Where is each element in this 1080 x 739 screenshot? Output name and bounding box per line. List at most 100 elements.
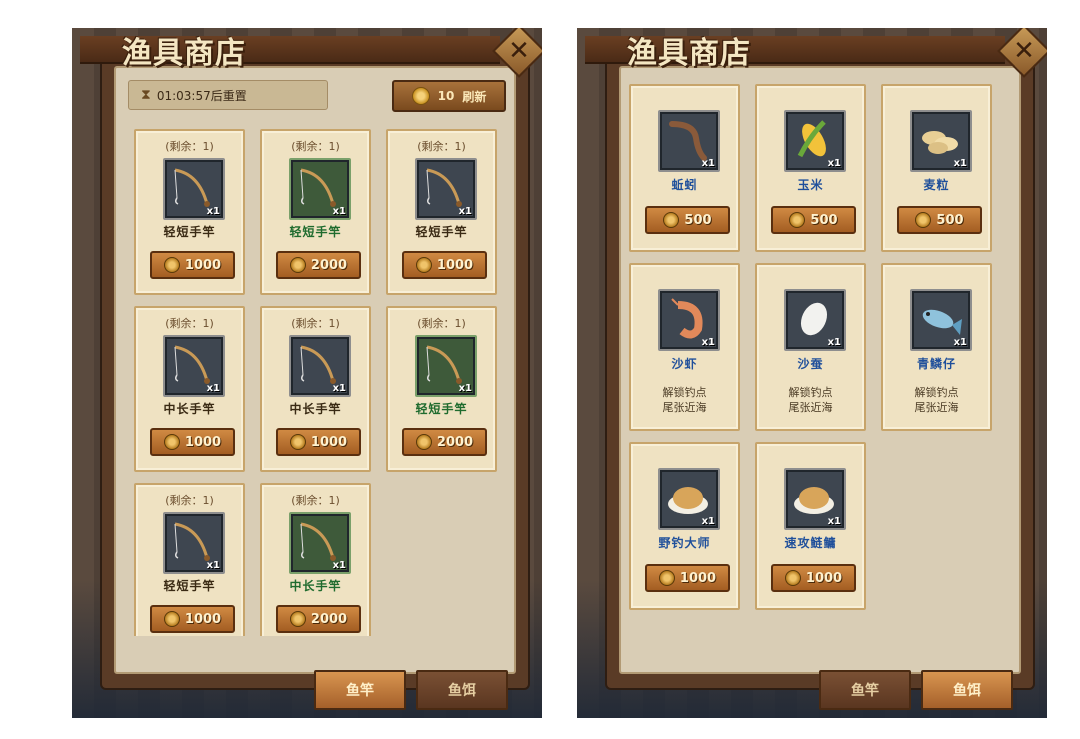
copper-coin-icon — [915, 212, 932, 228]
item-name: 蚯蚓 — [671, 178, 698, 192]
bait-item-card[interactable]: x1 野钓大师 1000 — [629, 442, 740, 610]
unlock-requirement: 解锁钓点 尾张近海 — [883, 385, 990, 415]
bait-item-card[interactable]: x1 玉米 500 — [755, 84, 866, 252]
item-name: 沙蚕 — [797, 357, 824, 371]
item-quantity: x1 — [206, 383, 220, 394]
item-name: 青鳞仔 — [916, 357, 956, 371]
copper-coin-icon — [663, 212, 680, 228]
buy-button[interactable]: 1000 — [645, 564, 730, 592]
buy-button[interactable]: 1000 — [150, 428, 235, 456]
item-name: 玉米 — [797, 178, 824, 192]
rod-shop-panel: 渔具商店 ✕ ⧗ 01:03:57后重置 10 刷新 (剩余：1) x1 轻短手竿 1… — [72, 28, 542, 718]
buy-button[interactable]: 2000 — [402, 428, 487, 456]
copper-coin-icon — [415, 257, 432, 273]
rod-item-card[interactable]: (剩余：1) x1 中长手竿 1000 — [134, 306, 245, 472]
item-quantity: x1 — [953, 158, 967, 169]
item-slot: x1 — [658, 110, 720, 172]
item-slot: x1 — [415, 158, 477, 220]
item-name: 轻短手竿 — [289, 225, 342, 239]
tab-bait[interactable]: 鱼饵 — [416, 670, 508, 710]
title-bar: 渔具商店 ✕ — [577, 28, 1047, 78]
item-slot: x1 — [163, 158, 225, 220]
buy-button[interactable]: 500 — [897, 206, 982, 234]
tab-rod[interactable]: 鱼竿 — [819, 670, 911, 710]
remaining-count: (剩余：1) — [291, 140, 340, 153]
unlock-requirement: 解锁钓点 尾张近海 — [757, 385, 864, 415]
item-price: 1000 — [184, 257, 222, 273]
item-price: 2000 — [310, 257, 348, 273]
buy-button[interactable]: 2000 — [276, 605, 361, 633]
unlock-line-2: 尾张近海 — [662, 401, 707, 414]
remaining-count: (剩余：1) — [165, 140, 214, 153]
rod-list-viewport[interactable]: (剩余：1) x1 轻短手竿 1000 (剩余：1) x1 轻短手竿 2000 (剩余：1) x1… — [72, 28, 542, 636]
buy-button[interactable]: 1000 — [402, 251, 487, 279]
item-quantity: x1 — [458, 206, 472, 217]
item-price: 1000 — [184, 434, 222, 450]
copper-coin-icon — [289, 257, 306, 273]
item-slot: x1 — [163, 512, 225, 574]
item-slot: x1 — [784, 289, 846, 351]
copper-coin-icon — [163, 434, 180, 450]
item-name: 麦粒 — [923, 178, 950, 192]
item-slot: x1 — [289, 158, 351, 220]
item-quantity: x1 — [701, 516, 715, 527]
buy-button[interactable]: 500 — [771, 206, 856, 234]
buy-button[interactable]: 1000 — [150, 251, 235, 279]
item-quantity: x1 — [206, 206, 220, 217]
buy-button[interactable]: 1000 — [150, 605, 235, 633]
item-name: 轻短手竿 — [163, 225, 216, 239]
remaining-count: (剩余：1) — [291, 317, 340, 330]
tab-rod[interactable]: 鱼竿 — [314, 670, 406, 710]
unlock-line-2: 尾张近海 — [914, 401, 959, 414]
unlock-line-2: 尾张近海 — [788, 401, 833, 414]
copper-coin-icon — [163, 611, 180, 627]
item-slot: x1 — [658, 289, 720, 351]
item-slot: x1 — [289, 335, 351, 397]
item-name: 中长手竿 — [289, 579, 342, 593]
tab-bait[interactable]: 鱼饵 — [921, 670, 1013, 710]
bait-item-card[interactable]: x1 速攻鲢鳙 1000 — [755, 442, 866, 610]
item-slot: x1 — [784, 468, 846, 530]
bait-item-card[interactable]: x1 蚯蚓 500 — [629, 84, 740, 252]
remaining-count: (剩余：1) — [291, 494, 340, 507]
item-price: 500 — [936, 212, 964, 228]
buy-button[interactable]: 1000 — [771, 564, 856, 592]
item-price: 1000 — [310, 434, 348, 450]
buy-button[interactable]: 2000 — [276, 251, 361, 279]
item-slot: x1 — [163, 335, 225, 397]
bait-item-card[interactable]: x1 沙虾 解锁钓点 尾张近海 — [629, 263, 740, 431]
buy-button[interactable]: 500 — [645, 206, 730, 234]
item-quantity: x1 — [827, 337, 841, 348]
remaining-count: (剩余：1) — [165, 317, 214, 330]
rod-item-card[interactable]: (剩余：1) x1 轻短手竿 1000 — [134, 129, 245, 295]
rod-item-card[interactable]: (剩余：1) x1 轻短手竿 1000 — [134, 483, 245, 636]
rod-item-card[interactable]: (剩余：1) x1 轻短手竿 1000 — [386, 129, 497, 295]
item-quantity: x1 — [332, 383, 346, 394]
buy-button[interactable]: 1000 — [276, 428, 361, 456]
bait-item-card[interactable]: x1 麦粒 500 — [881, 84, 992, 252]
rod-item-card[interactable]: (剩余：1) x1 轻短手竿 2000 — [386, 306, 497, 472]
item-price: 1000 — [805, 570, 843, 586]
shop-tabs: 鱼竿 鱼饵 — [308, 670, 508, 712]
copper-coin-icon — [415, 434, 432, 450]
remaining-count: (剩余：1) — [165, 494, 214, 507]
rod-item-card[interactable]: (剩余：1) x1 中长手竿 2000 — [260, 483, 371, 636]
unlock-line-1: 解锁钓点 — [914, 386, 959, 399]
bait-item-card[interactable]: x1 沙蚕解锁钓点 尾张近海 — [755, 263, 866, 431]
remaining-count: (剩余：1) — [417, 317, 466, 330]
item-price: 2000 — [436, 434, 474, 450]
item-name: 轻短手竿 — [163, 579, 216, 593]
item-name: 中长手竿 — [163, 402, 216, 416]
rod-item-card[interactable]: (剩余：1) x1 中长手竿 1000 — [260, 306, 371, 472]
item-slot: x1 — [415, 335, 477, 397]
rod-item-card[interactable]: (剩余：1) x1 轻短手竿 2000 — [260, 129, 371, 295]
item-name: 轻短手竿 — [415, 402, 468, 416]
item-name: 中长手竿 — [289, 402, 342, 416]
item-price: 1000 — [436, 257, 474, 273]
copper-coin-icon — [789, 212, 806, 228]
copper-coin-icon — [289, 434, 306, 450]
copper-coin-icon — [658, 570, 675, 586]
bait-item-card[interactable]: x1 青鳞仔 解锁钓点 尾张近海 — [881, 263, 992, 431]
item-quantity: x1 — [458, 383, 472, 394]
item-slot: x1 — [784, 110, 846, 172]
